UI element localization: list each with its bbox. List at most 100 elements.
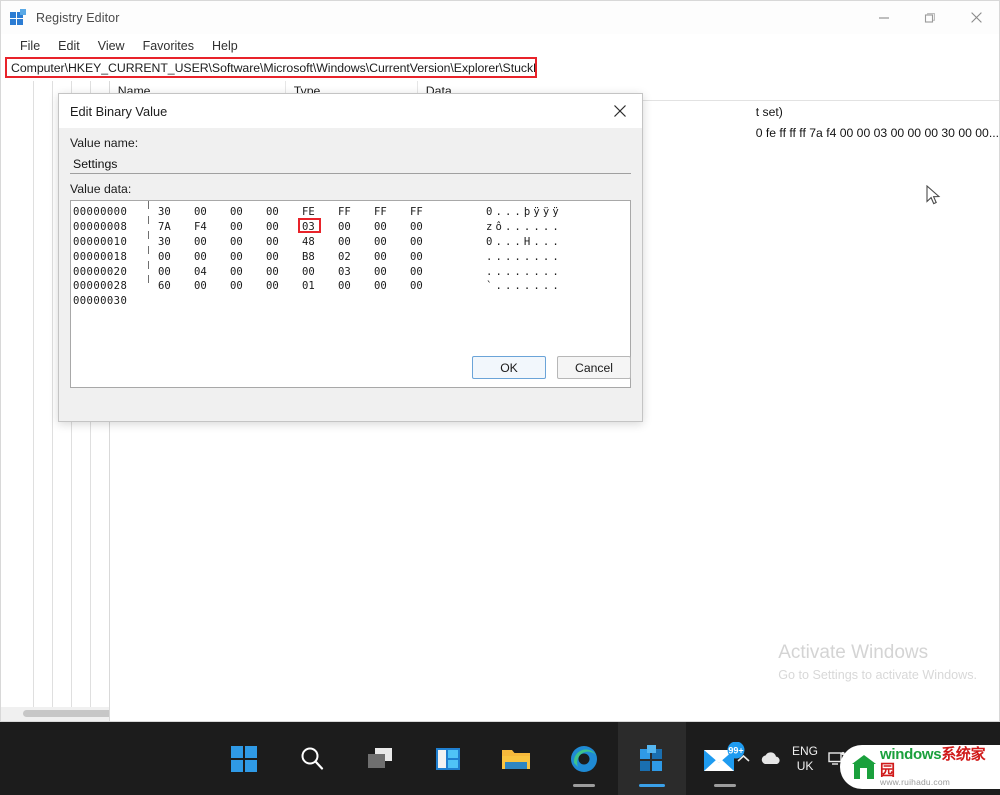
hex-row[interactable]: 00000030	[73, 294, 562, 309]
site-watermark: windows系统家园 www.ruihadu.com	[840, 745, 1000, 789]
screen: Registry Editor File Edit View Favorites…	[0, 0, 1000, 795]
menu-favorites[interactable]: Favorites	[134, 36, 203, 56]
cancel-button[interactable]: Cancel	[557, 356, 631, 379]
hex-byte[interactable]: FF	[370, 205, 406, 220]
hex-byte[interactable]: 00	[406, 235, 442, 250]
hex-byte[interactable]: 00	[226, 205, 262, 220]
tree-item-clipped[interactable]	[1, 423, 109, 432]
hex-byte[interactable]: 02	[334, 250, 370, 265]
hex-byte[interactable]: 7A	[154, 220, 190, 235]
tree-item-stuckrects3[interactable]: StuckRects3	[1, 614, 109, 632]
hex-byte[interactable]: 00	[190, 250, 226, 265]
hex-byte[interactable]: 30	[154, 235, 190, 250]
hex-byte[interactable]: 04	[190, 265, 226, 280]
running-indicator	[573, 784, 595, 787]
hex-byte[interactable]: 00	[370, 265, 406, 280]
tree-item-startpage[interactable]: StartPage	[1, 541, 109, 559]
hex-byte[interactable]: 00	[262, 265, 298, 280]
hex-byte[interactable]: 00	[226, 235, 262, 250]
hex-byte[interactable]: 48	[298, 235, 334, 250]
menu-file[interactable]: File	[11, 36, 49, 56]
tree-item-shell-folders[interactable]: Shell Folders	[1, 505, 109, 523]
menu-edit[interactable]: Edit	[49, 36, 89, 56]
chevron-up-icon[interactable]	[730, 753, 756, 765]
hex-byte[interactable]: 00	[262, 235, 298, 250]
hex-row[interactable]: 00000018 00 00 00 00 B8 02 00 00........	[73, 245, 562, 265]
tree-item-sessioninfo[interactable]: ❯SessionInfo	[1, 487, 109, 505]
hex-row[interactable]: 00000020 00 04 00 00 00 03 00 00........	[73, 260, 562, 280]
hex-byte[interactable]: FF	[334, 205, 370, 220]
language-indicator[interactable]: ENG UK	[792, 744, 818, 774]
hex-byte[interactable]: 30	[154, 205, 190, 220]
tree-item-ribbon[interactable]: Ribbon	[1, 432, 109, 450]
close-button[interactable]	[953, 1, 999, 34]
hex-byte[interactable]: 00	[406, 250, 442, 265]
hex-byte[interactable]: F4	[190, 220, 226, 235]
hex-byte[interactable]: 00	[334, 279, 370, 294]
hex-byte[interactable]: 00	[334, 220, 370, 235]
hex-byte[interactable]: 00	[226, 220, 262, 235]
tree-item-tabletmode[interactable]: TabletMode	[1, 632, 109, 650]
language-code: ENG	[792, 743, 819, 758]
hex-byte[interactable]: 00	[262, 250, 298, 265]
edit-binary-value-dialog: Edit Binary Value Value name: Settings V…	[58, 93, 643, 422]
hex-byte[interactable]: 00	[226, 265, 262, 280]
hex-byte[interactable]: 00	[406, 220, 442, 235]
hex-byte[interactable]: 00	[190, 205, 226, 220]
hex-byte[interactable]: 00	[226, 279, 262, 294]
onedrive-cloud-icon[interactable]	[756, 751, 786, 766]
tree-item-streammru[interactable]: StreamMRU	[1, 578, 109, 596]
hex-byte[interactable]: 00	[370, 279, 406, 294]
hex-byte-highlighted[interactable]: 03	[298, 217, 334, 235]
minimize-button[interactable]	[861, 1, 907, 34]
menu-view[interactable]: View	[89, 36, 134, 56]
tree-item-user-shell-folders[interactable]: User Shell Folders	[1, 669, 109, 687]
tree-item-taskband[interactable]: ❯Taskband	[1, 650, 109, 668]
hex-byte[interactable]: 01	[298, 279, 334, 294]
folder-icon	[502, 749, 530, 769]
hex-byte[interactable]: 03	[334, 265, 370, 280]
hex-byte[interactable]: 00	[154, 250, 190, 265]
hex-row[interactable]: 00000010 30 00 00 00 48 00 00 00 0...H...	[73, 230, 562, 250]
hex-byte[interactable]: 00	[370, 250, 406, 265]
maximize-button[interactable]	[907, 1, 953, 34]
hex-byte[interactable]: 00	[370, 220, 406, 235]
search-button[interactable]	[278, 722, 346, 795]
tree-item-runmru[interactable]: RunMRU	[1, 450, 109, 468]
hex-byte[interactable]: 00	[262, 279, 298, 294]
hex-byte[interactable]: 00	[370, 235, 406, 250]
hex-byte[interactable]: 00	[154, 265, 190, 280]
tree-item-userassist[interactable]: ❯UserAssist	[1, 687, 109, 705]
hex-byte[interactable]: 00	[406, 279, 442, 294]
scrollbar-thumb[interactable]	[23, 710, 109, 717]
hex-byte[interactable]: FF	[406, 205, 442, 220]
hex-byte[interactable]: 00	[226, 250, 262, 265]
hex-byte[interactable]: 60	[154, 279, 190, 294]
edge-button[interactable]	[550, 722, 618, 795]
file-explorer-button[interactable]	[482, 722, 550, 795]
widgets-button[interactable]	[414, 722, 482, 795]
close-icon[interactable]	[597, 94, 642, 128]
hex-byte[interactable]: 00	[262, 220, 298, 235]
menu-help[interactable]: Help	[203, 36, 247, 56]
tree-item-streams[interactable]: ❯Streams	[1, 596, 109, 614]
hex-byte[interactable]: 00	[406, 265, 442, 280]
value-name-input[interactable]: Settings	[70, 154, 631, 174]
hex-row[interactable]: 00000008 7A F4 00 00 03 00 00 00 zô......	[73, 215, 562, 235]
ok-button[interactable]: OK	[472, 356, 546, 379]
task-view-button[interactable]	[346, 722, 414, 795]
hex-byte[interactable]: 00	[190, 235, 226, 250]
hex-byte[interactable]: 00	[262, 205, 298, 220]
registry-editor-button[interactable]	[618, 722, 686, 795]
hex-byte[interactable]: 00	[190, 279, 226, 294]
hex-byte[interactable]: 00	[298, 265, 334, 280]
start-button[interactable]	[210, 722, 278, 795]
tree-item-startupapproved[interactable]: ❯StartupApproved	[1, 560, 109, 578]
tree-item-shutdown[interactable]: Shutdown	[1, 523, 109, 541]
hex-row[interactable]: 00000028 60 00 00 00 01 00 00 00 `.......	[73, 275, 562, 294]
tree-item-searchplatform[interactable]: ❯SearchPlatform	[1, 469, 109, 487]
tree-horizontal-scrollbar[interactable]	[1, 707, 109, 721]
address-bar[interactable]: Computer\HKEY_CURRENT_USER\Software\Micr…	[5, 57, 537, 78]
hex-byte[interactable]: B8	[298, 250, 334, 265]
hex-byte[interactable]: 00	[334, 235, 370, 250]
